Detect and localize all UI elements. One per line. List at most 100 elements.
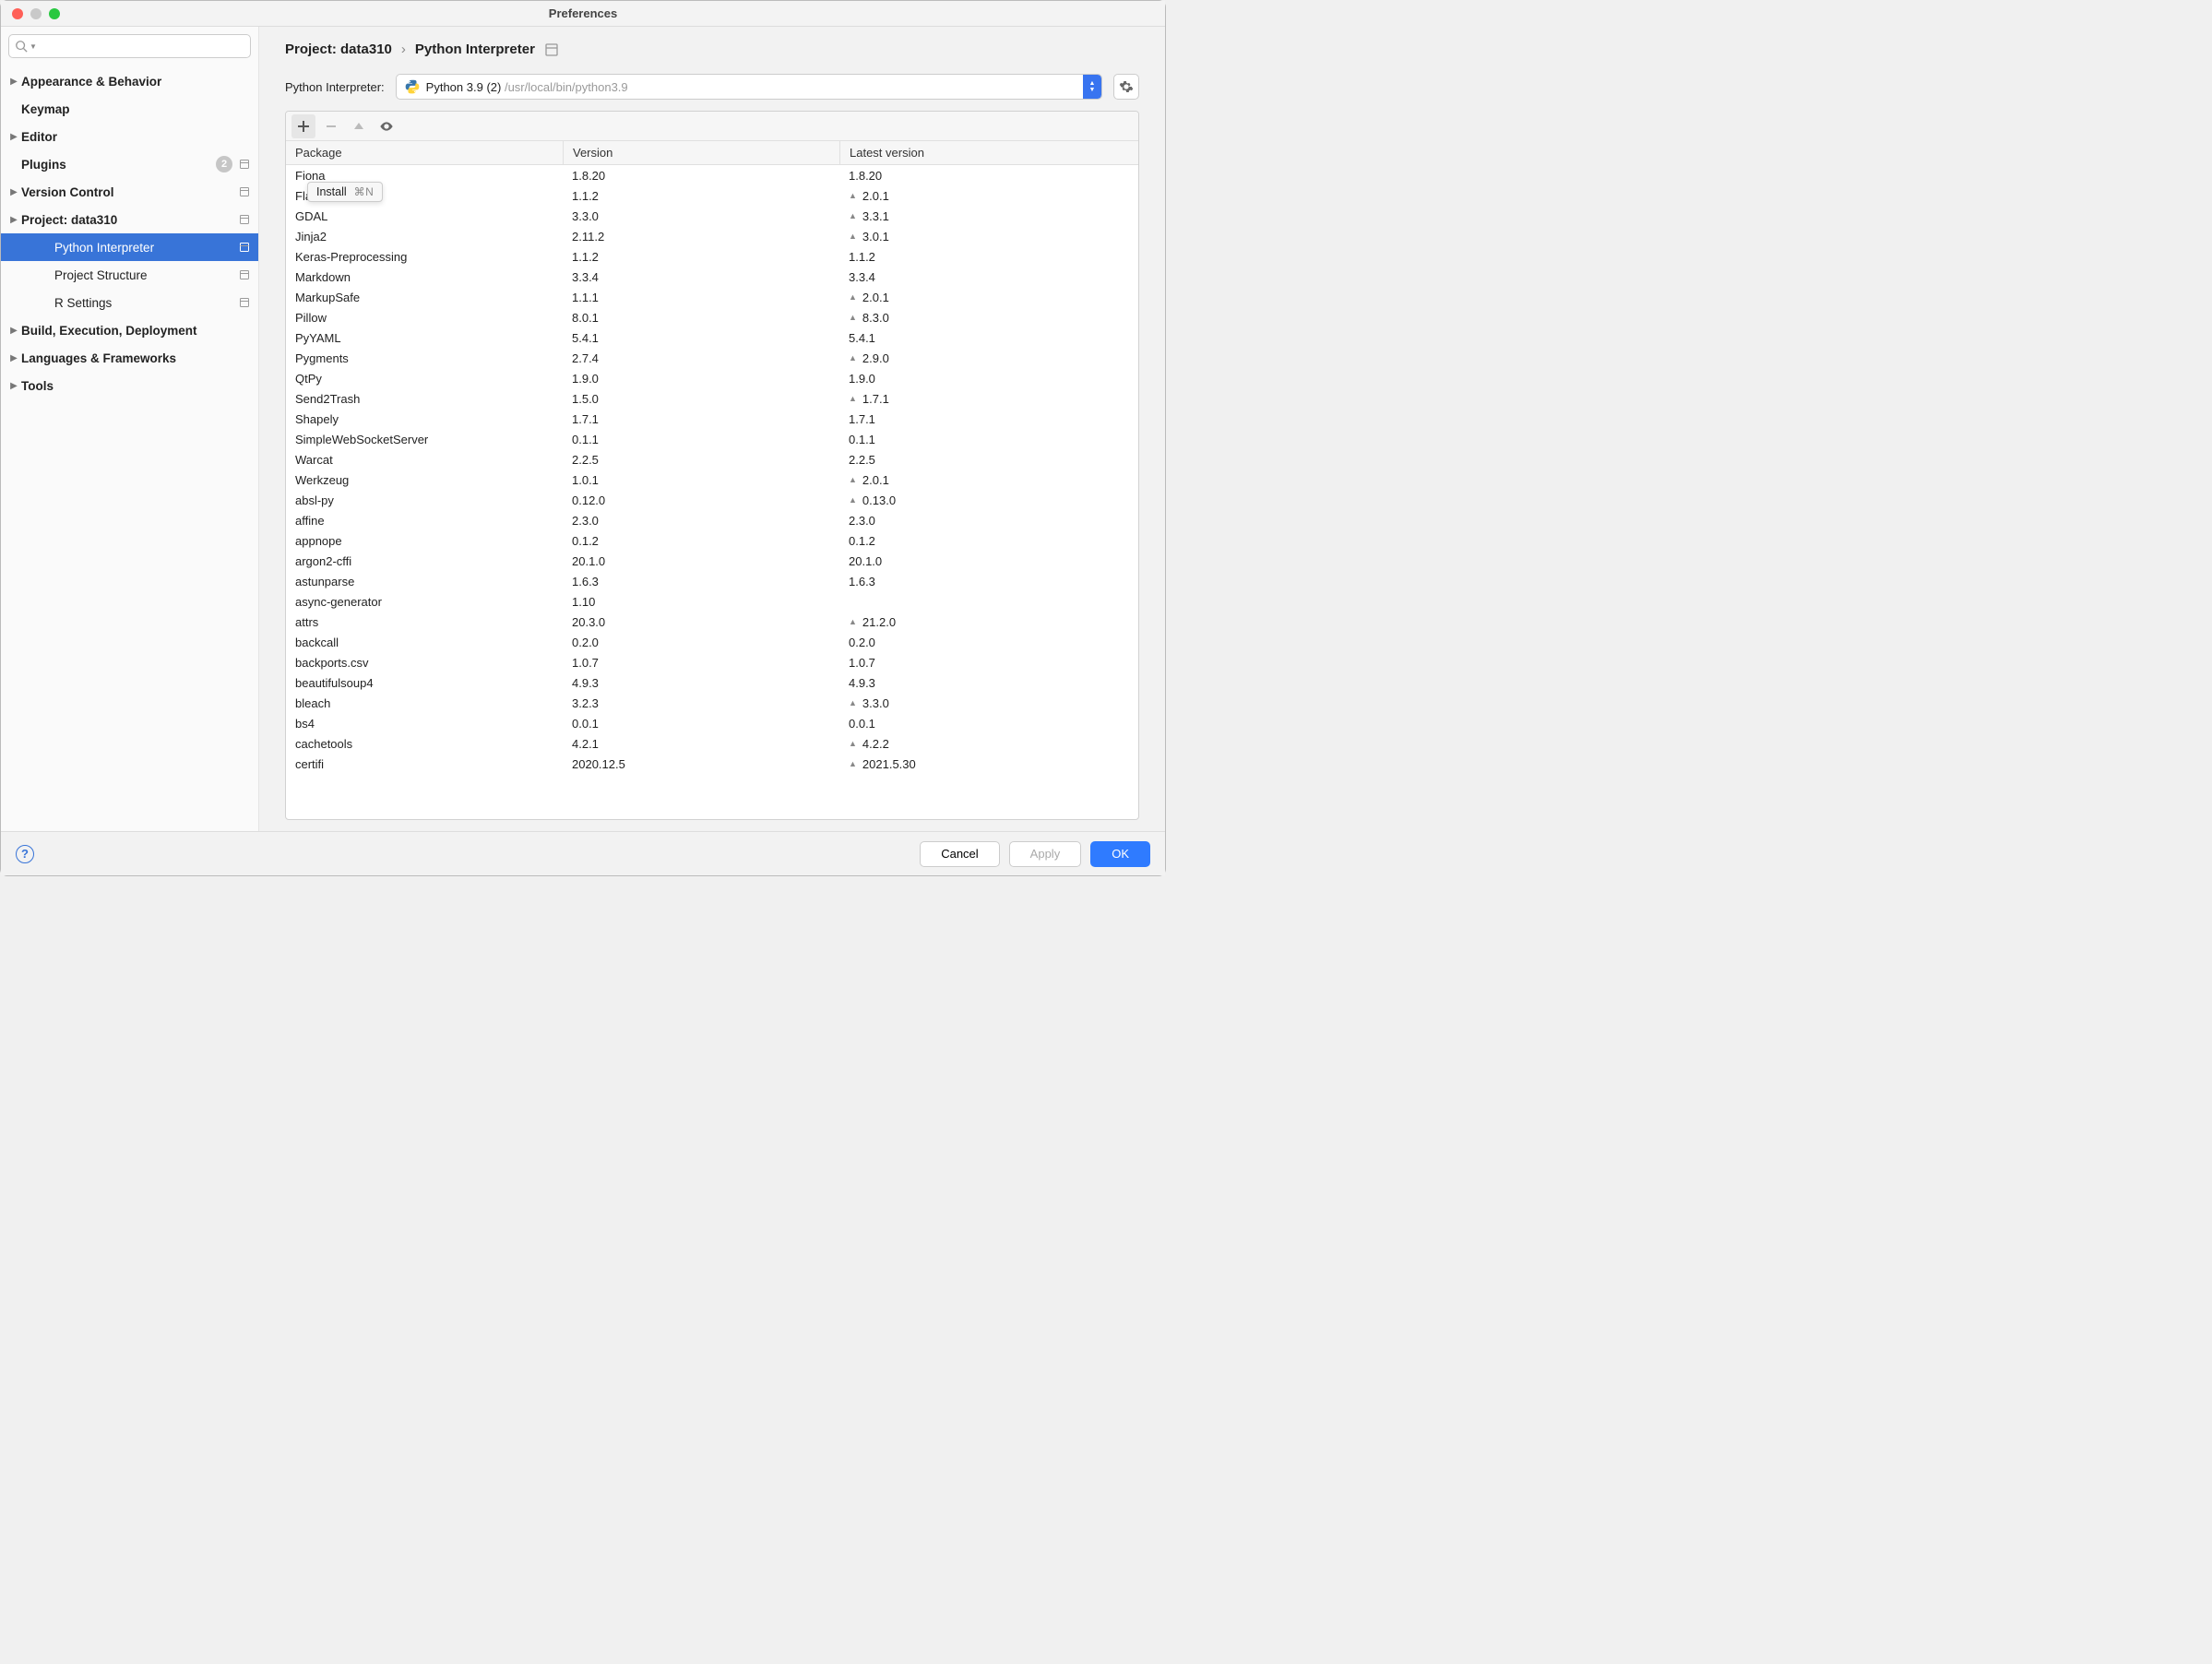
search-icon bbox=[15, 40, 28, 53]
table-row[interactable]: QtPy1.9.01.9.0 bbox=[286, 368, 1138, 388]
table-row[interactable]: PyYAML5.4.15.4.1 bbox=[286, 327, 1138, 348]
table-row[interactable]: GDAL3.3.0▲3.3.1 bbox=[286, 206, 1138, 226]
cell-package: Werkzeug bbox=[286, 473, 563, 487]
table-row[interactable]: backcall0.2.00.2.0 bbox=[286, 632, 1138, 652]
sidebar-item-project-structure[interactable]: Project Structure bbox=[1, 261, 258, 289]
table-row[interactable]: Keras-Preprocessing1.1.21.1.2 bbox=[286, 246, 1138, 267]
packages-table-body[interactable]: Fiona1.8.201.8.20Flask1.1.2▲2.0.1GDAL3.3… bbox=[286, 165, 1138, 819]
sidebar-item-label: Languages & Frameworks bbox=[21, 351, 251, 365]
interpreter-settings-button[interactable] bbox=[1113, 74, 1139, 100]
zoom-window-button[interactable] bbox=[49, 8, 60, 19]
table-row[interactable]: Jinja22.11.2▲3.0.1 bbox=[286, 226, 1138, 246]
help-button[interactable]: ? bbox=[16, 845, 34, 863]
project-scope-icon bbox=[238, 213, 251, 226]
sidebar-item-tools[interactable]: ▶Tools bbox=[1, 372, 258, 399]
remove-package-button[interactable] bbox=[319, 114, 343, 138]
python-logo-icon bbox=[404, 78, 421, 95]
sidebar-item-plugins[interactable]: Plugins2 bbox=[1, 150, 258, 178]
table-row[interactable]: argon2-cffi20.1.020.1.0 bbox=[286, 551, 1138, 571]
table-row[interactable]: async-generator1.10 bbox=[286, 591, 1138, 612]
cell-package: QtPy bbox=[286, 372, 563, 386]
cell-package: MarkupSafe bbox=[286, 291, 563, 304]
cell-package: Pillow bbox=[286, 311, 563, 325]
cell-latest: 20.1.0 bbox=[839, 554, 1138, 568]
table-row[interactable]: attrs20.3.0▲21.2.0 bbox=[286, 612, 1138, 632]
table-row[interactable]: backports.csv1.0.71.0.7 bbox=[286, 652, 1138, 672]
cell-latest: 1.8.20 bbox=[839, 169, 1138, 183]
sidebar-item-appearance-behavior[interactable]: ▶Appearance & Behavior bbox=[1, 67, 258, 95]
cell-latest: 3.3.4 bbox=[839, 270, 1138, 284]
sidebar-item-python-interpreter[interactable]: Python Interpreter bbox=[1, 233, 258, 261]
cell-latest: 2.3.0 bbox=[839, 514, 1138, 528]
table-row[interactable]: cachetools4.2.1▲4.2.2 bbox=[286, 733, 1138, 754]
cell-version: 0.0.1 bbox=[563, 717, 839, 731]
table-row[interactable]: affine2.3.02.3.0 bbox=[286, 510, 1138, 530]
table-row[interactable]: absl-py0.12.0▲0.13.0 bbox=[286, 490, 1138, 510]
cell-package: appnope bbox=[286, 534, 563, 548]
apply-button[interactable]: Apply bbox=[1009, 841, 1082, 867]
upgrade-available-icon: ▲ bbox=[849, 495, 857, 505]
cell-version: 3.3.4 bbox=[563, 270, 839, 284]
table-row[interactable]: Pillow8.0.1▲8.3.0 bbox=[286, 307, 1138, 327]
cell-version: 1.10 bbox=[563, 595, 839, 609]
table-row[interactable]: Fiona1.8.201.8.20 bbox=[286, 165, 1138, 185]
sidebar-item-build-execution-deployment[interactable]: ▶Build, Execution, Deployment bbox=[1, 316, 258, 344]
titlebar: Preferences bbox=[1, 1, 1165, 27]
sidebar-item-r-settings[interactable]: R Settings bbox=[1, 289, 258, 316]
table-row[interactable]: Flask1.1.2▲2.0.1 bbox=[286, 185, 1138, 206]
add-package-button[interactable] bbox=[291, 114, 315, 138]
upgrade-package-button[interactable] bbox=[347, 114, 371, 138]
table-row[interactable]: bleach3.2.3▲3.3.0 bbox=[286, 693, 1138, 713]
sidebar-item-editor[interactable]: ▶Editor bbox=[1, 123, 258, 150]
install-tooltip: Install ⌘N bbox=[307, 182, 383, 202]
sidebar-item-project-data310[interactable]: ▶Project: data310 bbox=[1, 206, 258, 233]
cell-version: 8.0.1 bbox=[563, 311, 839, 325]
cell-version: 2.3.0 bbox=[563, 514, 839, 528]
cell-latest: ▲3.3.1 bbox=[839, 209, 1138, 223]
search-options-chevron-icon[interactable]: ▼ bbox=[30, 42, 37, 51]
expand-arrow-icon: ▶ bbox=[8, 326, 19, 336]
ok-button[interactable]: OK bbox=[1090, 841, 1150, 867]
sidebar-item-label: Plugins bbox=[21, 158, 216, 172]
table-row[interactable]: MarkupSafe1.1.1▲2.0.1 bbox=[286, 287, 1138, 307]
sidebar-badge: 2 bbox=[216, 156, 232, 172]
sidebar-item-keymap[interactable]: Keymap bbox=[1, 95, 258, 123]
table-row[interactable]: Pygments2.7.4▲2.9.0 bbox=[286, 348, 1138, 368]
packages-toolbar bbox=[286, 112, 1138, 141]
table-row[interactable]: certifi2020.12.5▲2021.5.30 bbox=[286, 754, 1138, 774]
sidebar-search-input[interactable] bbox=[41, 40, 244, 53]
expand-arrow-icon: ▶ bbox=[8, 381, 19, 391]
cell-version: 3.2.3 bbox=[563, 696, 839, 710]
table-row[interactable]: beautifulsoup44.9.34.9.3 bbox=[286, 672, 1138, 693]
close-window-button[interactable] bbox=[12, 8, 23, 19]
column-header-package[interactable]: Package bbox=[286, 146, 563, 160]
sidebar-item-version-control[interactable]: ▶Version Control bbox=[1, 178, 258, 206]
column-header-version[interactable]: Version bbox=[563, 141, 839, 164]
sidebar-item-languages-frameworks[interactable]: ▶Languages & Frameworks bbox=[1, 344, 258, 372]
cancel-button[interactable]: Cancel bbox=[920, 841, 999, 867]
cell-package: cachetools bbox=[286, 737, 563, 751]
table-row[interactable]: Send2Trash1.5.0▲1.7.1 bbox=[286, 388, 1138, 409]
table-row[interactable]: bs40.0.10.0.1 bbox=[286, 713, 1138, 733]
cell-latest: 1.1.2 bbox=[839, 250, 1138, 264]
cell-package: Markdown bbox=[286, 270, 563, 284]
table-row[interactable]: astunparse1.6.31.6.3 bbox=[286, 571, 1138, 591]
cell-package: absl-py bbox=[286, 493, 563, 507]
table-row[interactable]: appnope0.1.20.1.2 bbox=[286, 530, 1138, 551]
breadcrumb-separator: › bbox=[401, 42, 406, 57]
table-row[interactable]: Werkzeug1.0.1▲2.0.1 bbox=[286, 469, 1138, 490]
sidebar-item-label: Keymap bbox=[21, 102, 251, 116]
table-row[interactable]: Warcat2.2.52.2.5 bbox=[286, 449, 1138, 469]
column-header-latest[interactable]: Latest version bbox=[839, 141, 1138, 164]
select-arrows-icon[interactable]: ▲▼ bbox=[1083, 75, 1101, 99]
table-row[interactable]: Shapely1.7.11.7.1 bbox=[286, 409, 1138, 429]
cell-latest: ▲8.3.0 bbox=[839, 311, 1138, 325]
table-row[interactable]: Markdown3.3.43.3.4 bbox=[286, 267, 1138, 287]
show-early-releases-button[interactable] bbox=[375, 114, 398, 138]
sidebar-search[interactable]: ▼ bbox=[8, 34, 251, 58]
interpreter-select[interactable]: Python 3.9 (2) /usr/local/bin/python3.9 … bbox=[396, 74, 1102, 100]
minimize-window-button[interactable] bbox=[30, 8, 42, 19]
cell-version: 4.9.3 bbox=[563, 676, 839, 690]
table-row[interactable]: SimpleWebSocketServer0.1.10.1.1 bbox=[286, 429, 1138, 449]
cell-version: 0.2.0 bbox=[563, 636, 839, 649]
